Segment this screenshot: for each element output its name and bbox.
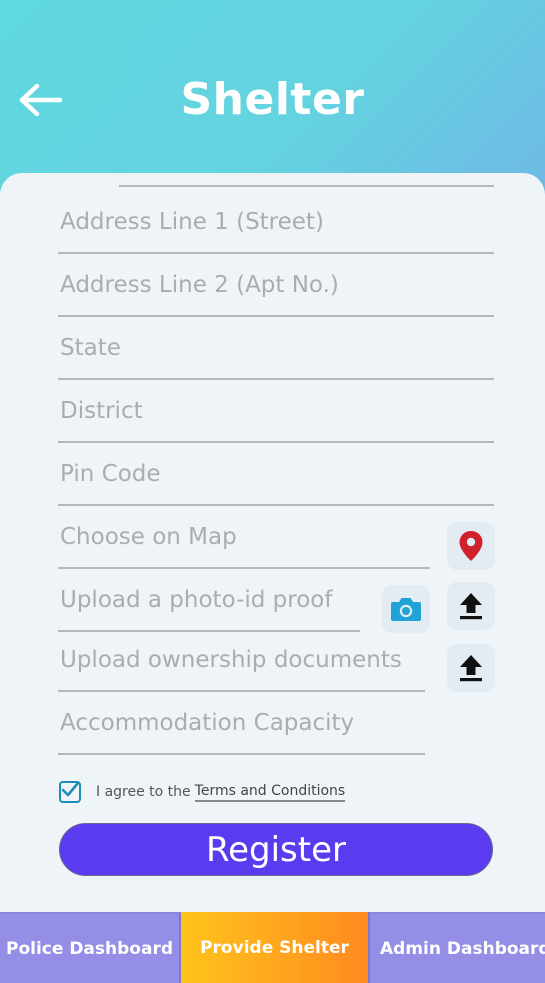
pin-code-input[interactable] bbox=[58, 454, 494, 494]
address-line-1-field bbox=[58, 196, 494, 254]
upload-ownership-button[interactable] bbox=[447, 644, 495, 692]
photo-id-input[interactable] bbox=[58, 580, 360, 620]
photo-id-field bbox=[58, 574, 360, 632]
page-title: Shelter bbox=[180, 74, 365, 125]
bottom-nav: Police Dashboard Provide Shelter Admin D… bbox=[0, 912, 545, 983]
choose-on-map-input[interactable] bbox=[58, 517, 430, 557]
form-card: I agree to the Terms and Conditions Regi… bbox=[0, 173, 545, 913]
district-field bbox=[58, 385, 494, 443]
tab-police-dashboard[interactable]: Police Dashboard bbox=[0, 912, 181, 983]
state-input[interactable] bbox=[58, 328, 494, 368]
choose-on-map-field bbox=[58, 511, 430, 569]
ownership-documents-input[interactable] bbox=[58, 640, 425, 680]
accommodation-capacity-field bbox=[58, 697, 425, 755]
terms-link[interactable]: Terms and Conditions bbox=[194, 783, 346, 802]
divider bbox=[119, 185, 494, 187]
tab-provide-shelter[interactable]: Provide Shelter bbox=[181, 912, 370, 983]
terms-row: I agree to the Terms and Conditions bbox=[59, 778, 346, 806]
tab-admin-dashboard[interactable]: Admin Dashboard bbox=[370, 912, 545, 983]
upload-icon bbox=[460, 593, 482, 620]
pin-code-field bbox=[58, 448, 494, 506]
check-icon bbox=[61, 781, 80, 797]
address-line-2-input[interactable] bbox=[58, 265, 494, 305]
upload-photo-id-button[interactable] bbox=[447, 582, 495, 630]
map-pin-icon bbox=[459, 531, 483, 561]
camera-button[interactable] bbox=[382, 585, 430, 633]
map-picker-button[interactable] bbox=[447, 522, 495, 570]
address-line-1-input[interactable] bbox=[58, 202, 494, 242]
district-input[interactable] bbox=[58, 391, 494, 431]
terms-label: I agree to the bbox=[96, 784, 191, 800]
ownership-documents-field bbox=[58, 634, 425, 692]
state-field bbox=[58, 322, 494, 380]
address-line-2-field bbox=[58, 259, 494, 317]
camera-icon bbox=[391, 598, 421, 621]
upload-icon bbox=[460, 655, 482, 682]
register-button[interactable]: Register bbox=[59, 823, 493, 876]
accommodation-capacity-input[interactable] bbox=[58, 703, 425, 743]
terms-checkbox[interactable] bbox=[59, 781, 81, 803]
